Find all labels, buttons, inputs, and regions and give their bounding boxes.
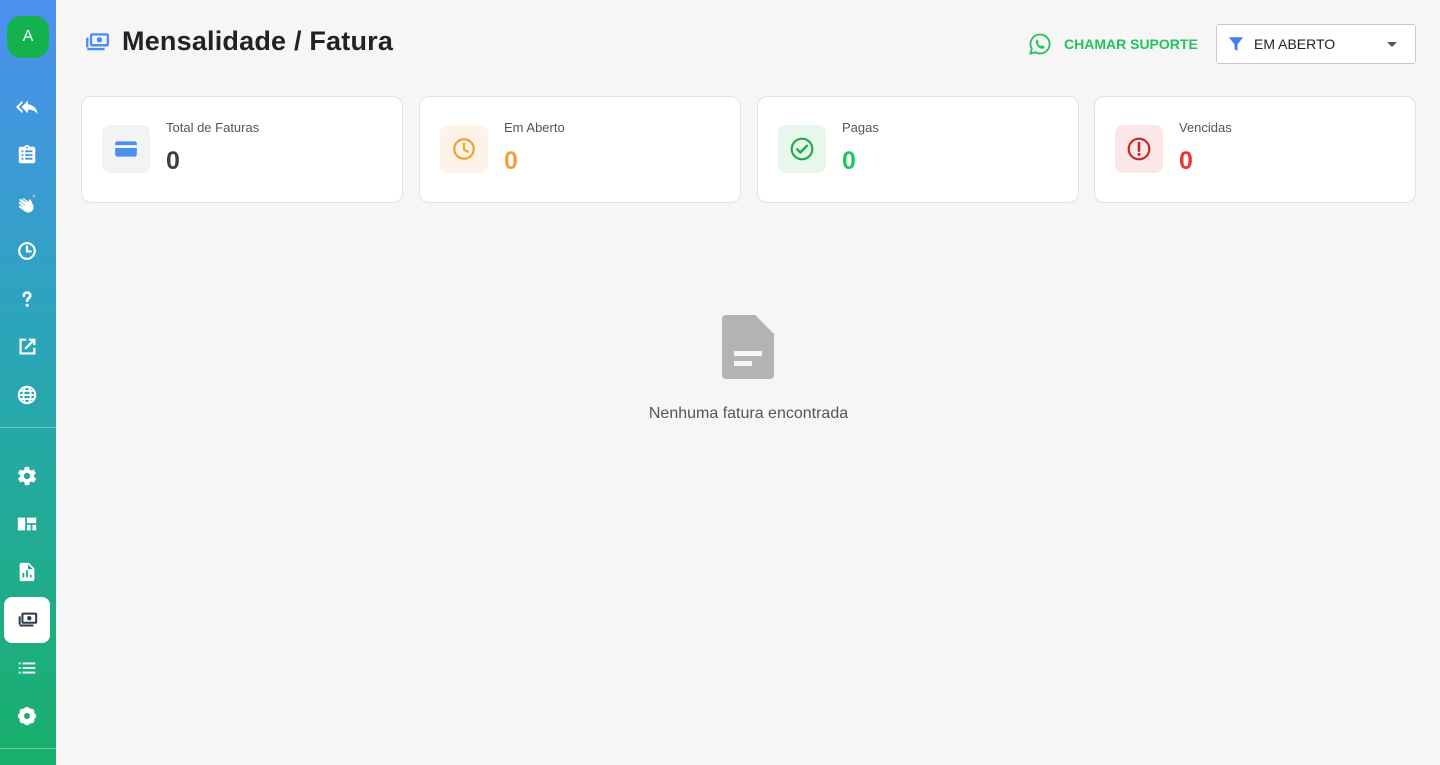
paid-invoices-card: Pagas 0: [757, 96, 1079, 203]
sidebar-divider: [0, 427, 56, 428]
clock-icon: [440, 125, 488, 173]
document-icon: [722, 315, 774, 379]
flower-gear-icon: [17, 706, 37, 726]
sidebar-item-dashboard[interactable]: [4, 501, 50, 547]
card-label: Em Aberto: [504, 120, 565, 135]
gear-icon: [17, 466, 37, 486]
check-circle-icon: [778, 125, 826, 173]
card-label: Total de Faturas: [166, 120, 260, 135]
sidebar-item-billing[interactable]: [4, 597, 50, 643]
total-invoices-card: Total de Faturas 0: [81, 96, 403, 203]
sidebar-item-tasks[interactable]: [4, 132, 50, 178]
call-support-label: CHAMAR SUPORTE: [1064, 36, 1198, 52]
alert-circle-icon: [1115, 125, 1163, 173]
report-icon: [19, 562, 35, 582]
avatar[interactable]: A: [7, 16, 49, 58]
card-value: 0: [166, 147, 180, 175]
empty-state-message: Nenhuma fatura encontrada: [648, 405, 849, 422]
card-value: 0: [504, 147, 518, 175]
sidebar-item-external[interactable]: [4, 324, 50, 370]
status-filter-select[interactable]: EM ABERTO: [1216, 24, 1416, 64]
money-icon: [18, 612, 38, 627]
sidebar-item-list[interactable]: [4, 645, 50, 691]
help-icon: [22, 291, 32, 307]
chevron-down-icon: [1387, 42, 1397, 47]
sidebar-item-help[interactable]: [4, 276, 50, 322]
reply-all-icon: [16, 100, 38, 115]
open-invoices-card: Em Aberto 0: [419, 96, 741, 203]
clock-icon: [18, 242, 36, 260]
list-icon: [18, 662, 36, 674]
clipboard-icon: [18, 144, 36, 164]
sidebar-item-schedule[interactable]: [4, 228, 50, 274]
money-icon: [86, 32, 110, 50]
call-support-button[interactable]: CHAMAR SUPORTE: [1028, 30, 1198, 58]
hand-icon: [18, 193, 36, 213]
card-value: 0: [1179, 147, 1193, 175]
card-label: Pagas: [842, 120, 879, 135]
globe-icon: [17, 385, 37, 405]
sidebar-item-greetings[interactable]: [4, 180, 50, 226]
status-filter-value: EM ABERTO: [1254, 36, 1336, 52]
sidebar: A: [0, 0, 56, 765]
sidebar-item-preferences[interactable]: [4, 693, 50, 739]
page-title: Mensalidade / Fatura: [122, 26, 394, 56]
sidebar-item-settings[interactable]: [4, 453, 50, 499]
filter-icon: [1228, 37, 1244, 51]
external-link-icon: [19, 338, 36, 355]
card-label: Vencidas: [1179, 120, 1232, 135]
page-header: Mensalidade / Fatura: [82, 26, 393, 57]
credit-card-icon: [102, 125, 150, 173]
overdue-invoices-card: Vencidas 0: [1094, 96, 1416, 203]
card-value: 0: [842, 147, 856, 175]
whatsapp-icon: [1029, 33, 1051, 55]
sidebar-item-reports[interactable]: [4, 549, 50, 595]
dashboard-icon: [17, 517, 37, 531]
sidebar-divider-bottom: [0, 748, 56, 749]
sidebar-item-reply-all[interactable]: [4, 84, 50, 130]
